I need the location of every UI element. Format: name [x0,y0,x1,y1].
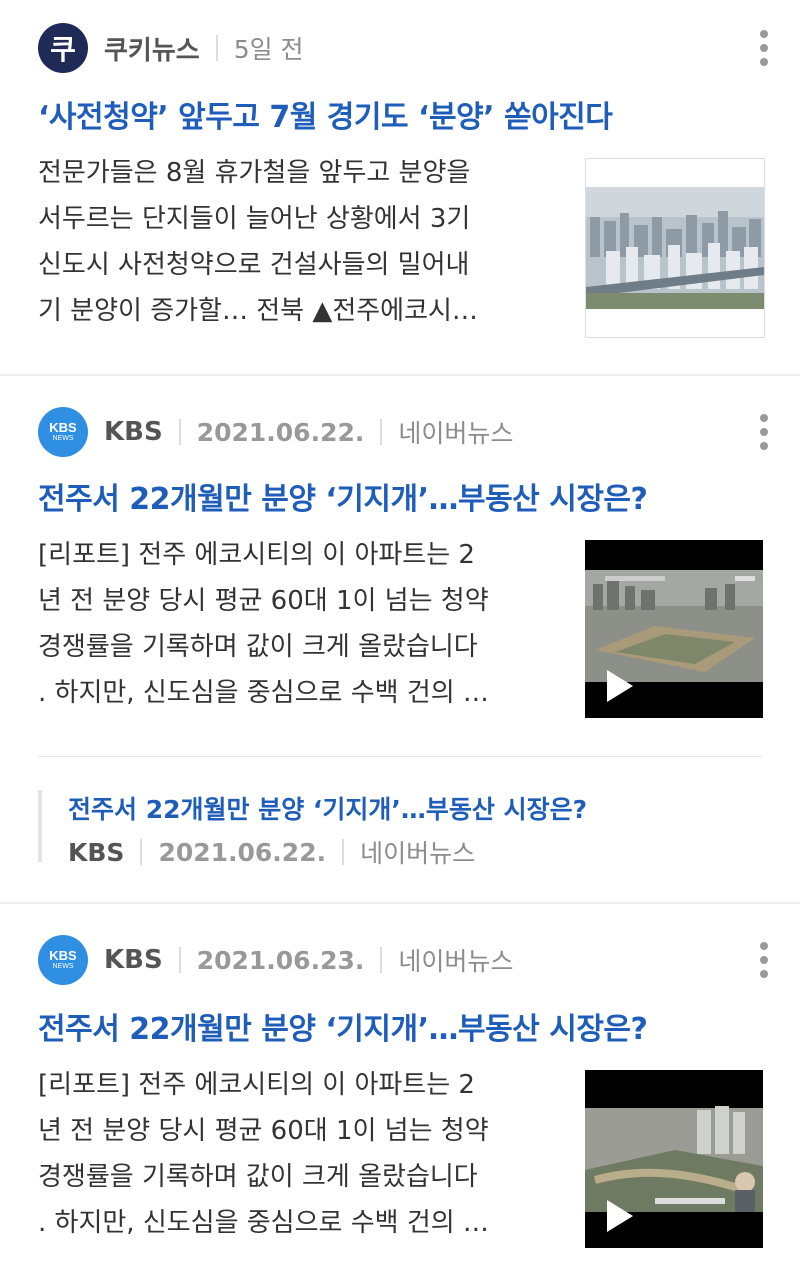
separator [380,419,383,445]
cookienews-logo[interactable]: 쿠 [38,23,88,73]
summary-line: 기 분양이 증가할… 전북 ▲전주에코시… [38,296,478,326]
summary-line: [리포트] 전주 에코시티의 이 아파트는 2 [38,1070,475,1100]
summary[interactable]: [리포트] 전주 에코시티의 이 아파트는 2 년 전 분양 당시 평균 60대… [38,1062,548,1246]
summary-line: . 하지만, 신도심을 중심으로 수백 건의 … [38,678,489,708]
portal-link[interactable]: 네이버뉴스 [398,942,513,978]
apartment-city-photo [586,159,764,337]
more-options-icon[interactable] [758,414,770,450]
separator [178,419,181,445]
video-thumbnail[interactable] [585,540,763,718]
separator [140,839,143,865]
play-icon[interactable] [607,670,633,702]
news-card-3[interactable]: KBS NEWS KBS 2021.06.23. 네이버뉴스 전주서 22개월만… [0,904,800,1271]
kbs-news-logo[interactable]: KBS NEWS [38,935,88,985]
separator [215,35,218,61]
summary[interactable]: 전문가들은 8월 휴가철을 앞두고 분양을 서두르는 단지들이 늘어난 상황에서… [38,150,548,334]
source-name[interactable]: 쿠키뉴스 [104,30,200,67]
separator [178,947,181,973]
headline[interactable]: 전주서 22개월만 분양 ‘기지개’…부동산 시장은? [38,1004,770,1048]
source-name[interactable]: KBS [104,417,163,447]
logo-char: 쿠 [50,33,76,66]
publish-date: 2021.06.22. [196,417,365,447]
logo-text: NEWS [52,435,74,442]
summary-line: 년 전 분양 당시 평균 60대 1이 넘는 청약 [38,1116,489,1146]
summary-line: 경쟁률을 기록하며 값이 크게 올랐습니다 [38,1162,478,1192]
separator [342,839,345,865]
summary-line: 신도시 사전청약으로 건설사들의 밀어내 [38,250,470,280]
thumbnail-image[interactable] [585,158,765,338]
logo-text: NEWS [52,963,74,970]
timestamp: 5일 전 [233,35,304,64]
summary-line: 서두르는 단지들이 늘어난 상황에서 3기 [38,204,471,234]
video-thumbnail[interactable] [585,1070,763,1248]
kbs-news-logo[interactable]: KBS NEWS [38,407,88,457]
related-headline[interactable]: 전주서 22개월만 분양 ‘기지개’…부동산 시장은? [68,790,587,826]
portal-link[interactable]: 네이버뉴스 [398,414,513,450]
separator [380,947,383,973]
more-options-icon[interactable] [758,30,770,66]
summary-line: 경쟁률을 기록하며 값이 크게 올랐습니다 [38,632,478,662]
related-date: 2021.06.22. [158,837,327,867]
related-portal[interactable]: 네이버뉴스 [360,834,475,870]
headline[interactable]: ‘사전청약’ 앞두고 7월 경기도 ‘분양’ 쏟아진다 [38,92,770,136]
logo-text: KBS [49,420,77,435]
summary-line: [리포트] 전주 에코시티의 이 아파트는 2 [38,540,475,570]
publish-date: 2021.06.23. [196,945,365,975]
headline[interactable]: 전주서 22개월만 분양 ‘기지개’…부동산 시장은? [38,474,770,518]
summary[interactable]: [리포트] 전주 에코시티의 이 아파트는 2 년 전 분양 당시 평균 60대… [38,532,548,716]
inner-divider [38,756,762,757]
source-name[interactable]: KBS [104,945,163,975]
related-source: KBS [68,837,125,867]
more-options-icon[interactable] [758,942,770,978]
related-article[interactable]: 전주서 22개월만 분양 ‘기지개’…부동산 시장은? KBS 2021.06.… [38,790,587,868]
news-card-1[interactable]: 쿠 쿠키뉴스 5일 전 ‘사전청약’ 앞두고 7월 경기도 ‘분양’ 쏟아진다 … [0,0,800,376]
play-icon[interactable] [607,1200,633,1232]
summary-line: 년 전 분양 당시 평균 60대 1이 넘는 청약 [38,586,489,616]
summary-line: . 하지만, 신도심을 중심으로 수백 건의 … [38,1208,489,1238]
logo-text: KBS [49,948,77,963]
related-meta: KBS 2021.06.22. 네이버뉴스 [68,834,587,870]
summary-line: 전문가들은 8월 휴가철을 앞두고 분양을 [38,158,471,188]
